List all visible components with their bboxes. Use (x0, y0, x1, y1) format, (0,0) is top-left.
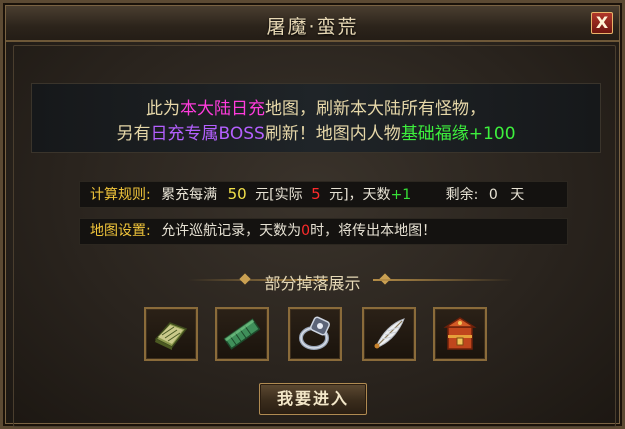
banner-boss-highlight: 日充专属BOSS (150, 124, 265, 144)
banner-highlight: 本大陆日充 (180, 99, 265, 119)
enter-map-button[interactable]: 我要进入 (259, 383, 367, 415)
title-bar: 屠魔·蛮荒 X (6, 6, 619, 42)
banner-text: 刷新！地图内人物 (264, 124, 401, 144)
drop-slot-1[interactable] (144, 307, 198, 361)
feather-icon (374, 318, 405, 349)
book-icon (154, 322, 188, 350)
ornament-right (373, 279, 513, 281)
remain-label: 剩余: (445, 187, 479, 203)
window-title: 屠魔·蛮荒 (266, 16, 359, 38)
rule-text: 累充每满 (161, 187, 218, 203)
map-description-banner: 此为本大陆日充地图，刷新本大陆所有怪物， 另有日充专属BOSS刷新！地图内人物基… (31, 83, 601, 153)
rule-label: 计算规则: (90, 187, 151, 203)
banner-line-1: 此为本大陆日充地图，刷新本大陆所有怪物， (32, 94, 600, 119)
rule-text: 元]，天数 (329, 187, 391, 203)
setting-zero-days: 0 (301, 223, 311, 239)
drops-section-title: 部分掉落展示 (264, 274, 361, 293)
banner-fortune-bonus: 基础福缘+100 (400, 124, 516, 144)
setting-text: 时，将传出本地图！ (310, 223, 437, 239)
actual-amount: 5 (311, 185, 321, 203)
treasure-box-icon (443, 317, 477, 350)
drop-slot-4[interactable] (362, 307, 416, 361)
rule-text: 元[实际 (255, 187, 303, 203)
remain-value: 0 (488, 187, 498, 203)
map-setting-row: 地图设置: 允许巡航记录，天数为0时，将传出本地图！ (79, 218, 568, 245)
banner-text: 地图，刷新本大陆所有怪物， (265, 99, 486, 119)
remain-unit: 天 (510, 187, 525, 203)
calculation-rule-row: 计算规则: 累充每满 50 元[实际 5 元]，天数+1 剩余: 0 天 (79, 181, 568, 208)
setting-label: 地图设置: (90, 223, 151, 239)
days-bonus: +1 (390, 187, 412, 203)
setting-text: 允许巡航记录，天数为 (161, 223, 302, 239)
banner-line-2: 另有日充专属BOSS刷新！地图内人物基础福缘+100 (32, 119, 600, 144)
ring-icon (299, 316, 330, 350)
banner-text: 另有 (116, 124, 151, 144)
close-button[interactable]: X (591, 12, 613, 34)
drop-slot-2[interactable] (215, 307, 269, 361)
recharge-amount: 50 (227, 185, 247, 203)
drop-slot-3[interactable] (288, 307, 342, 361)
banner-text: 此为 (146, 99, 180, 119)
jade-scroll-icon (223, 318, 261, 350)
drop-slot-5[interactable] (433, 307, 487, 361)
map-window: 屠魔·蛮荒 X 此为本大陆日充地图，刷新本大陆所有怪物， 另有日充专属BOSS刷… (0, 0, 625, 429)
